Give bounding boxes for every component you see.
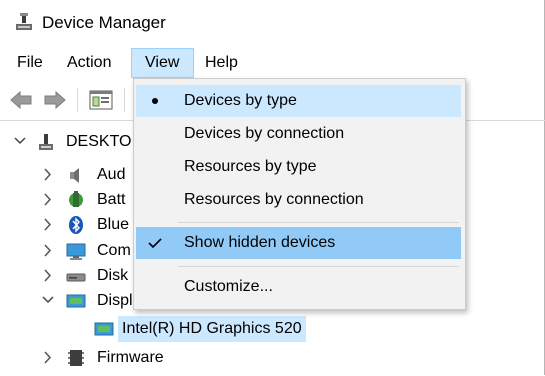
computer-icon [39, 134, 53, 150]
menu-separator [178, 222, 459, 223]
chevron-right-icon[interactable] [40, 341, 56, 374]
display-adapter-icon [94, 322, 114, 336]
radio-dot-icon [152, 98, 158, 104]
menu-item-label: Resources by connection [184, 191, 364, 208]
tree-item-label: Intel(R) HD Graphics 520 [118, 316, 306, 342]
menu-item-label: Show hidden devices [184, 234, 336, 251]
tree-root-label: DESKTO [66, 133, 132, 150]
menu-item-devices-by-type[interactable]: Devices by type [136, 85, 461, 117]
display-adapter-icon [66, 294, 86, 308]
disk-drive-icon [66, 273, 86, 282]
chevron-down-icon[interactable] [12, 125, 28, 158]
menu-item-customize[interactable]: Customize... [136, 271, 461, 303]
back-arrow-icon[interactable] [8, 88, 34, 112]
battery-icon [69, 191, 83, 207]
menu-item-label: Devices by type [184, 92, 297, 109]
bluetooth-icon [69, 216, 83, 234]
monitor-icon [66, 243, 86, 260]
tree-item-firmware[interactable]: Firmware [0, 341, 545, 374]
speaker-icon [70, 168, 79, 183]
menu-item-devices-by-connection[interactable]: Devices by connection [136, 118, 461, 150]
menu-view[interactable]: View [131, 48, 194, 78]
properties-icon[interactable] [88, 88, 114, 112]
toolbar-separator [77, 88, 78, 112]
menu-bar: File Action View Help [0, 48, 545, 78]
menu-item-label: Resources by type [184, 158, 317, 175]
menu-item-resources-by-type[interactable]: Resources by type [136, 151, 461, 183]
menu-item-show-hidden-devices[interactable]: Show hidden devices [136, 227, 461, 259]
device-manager-icon [16, 13, 32, 30]
menu-help[interactable]: Help [198, 48, 245, 78]
menu-item-resources-by-connection[interactable]: Resources by connection [136, 184, 461, 216]
toolbar-separator [124, 88, 125, 112]
firmware-chip-icon [68, 350, 84, 366]
menu-separator [178, 266, 459, 267]
tree-item-label: Firmware [97, 349, 164, 366]
title-bar: Device Manager [0, 0, 545, 44]
menu-item-label: Customize... [184, 278, 273, 295]
forward-arrow-icon[interactable] [42, 88, 68, 112]
menu-action[interactable]: Action [60, 48, 118, 78]
view-menu-dropdown: Devices by type Devices by connection Re… [133, 78, 466, 310]
window-title: Device Manager [42, 13, 166, 32]
menu-file[interactable]: File [10, 48, 50, 78]
checkmark-icon [148, 238, 162, 249]
menu-item-label: Devices by connection [184, 125, 345, 142]
